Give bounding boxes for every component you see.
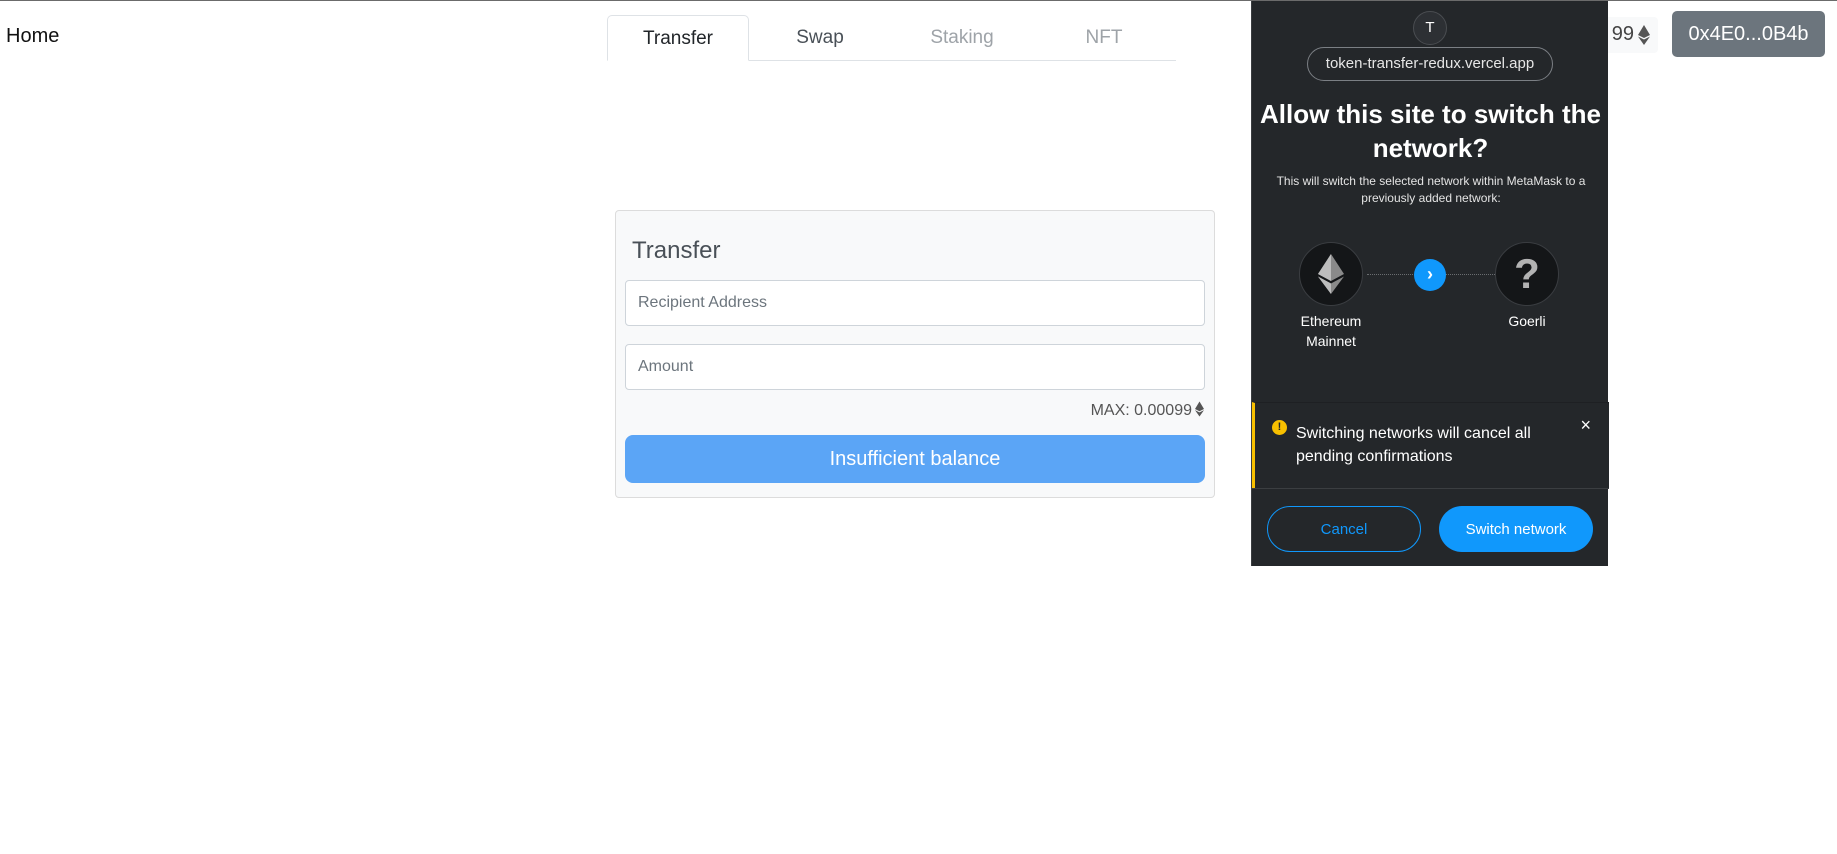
site-avatar: T: [1413, 11, 1447, 45]
question-mark-icon: ?: [1514, 250, 1540, 297]
tab-nft[interactable]: NFT: [1033, 15, 1175, 60]
cancel-button[interactable]: Cancel: [1267, 506, 1421, 552]
to-network-label: Goerli: [1508, 313, 1546, 329]
warning-text: Switching networks will cancel all pendi…: [1296, 425, 1531, 465]
eth-icon: [1195, 401, 1204, 417]
nav-tabs: Transfer Swap Staking NFT: [607, 15, 1176, 61]
metamask-popup: T token-transfer-redux.vercel.app Allow …: [1251, 1, 1609, 566]
ethereum-network-icon: [1299, 242, 1363, 306]
popup-description: This will switch the selected network wi…: [1276, 174, 1586, 205]
goerli-network-icon: ?: [1495, 242, 1559, 306]
popup-title: Allow this site to switch the network?: [1260, 99, 1601, 163]
max-label: MAX: 0.00099: [1090, 402, 1192, 419]
transfer-card: Transfer MAX: 0.00099 Insufficient balan…: [615, 210, 1215, 498]
amount-input[interactable]: [625, 344, 1205, 390]
close-icon[interactable]: ×: [1580, 416, 1591, 434]
site-origin: token-transfer-redux.vercel.app: [1307, 47, 1553, 81]
recipient-address-input[interactable]: [625, 280, 1205, 326]
ethereum-logo-icon: [1318, 254, 1344, 294]
tab-staking[interactable]: Staking: [891, 15, 1033, 60]
tab-swap[interactable]: Swap: [749, 15, 891, 60]
home-link[interactable]: Home: [6, 25, 59, 48]
balance-value: 99: [1611, 23, 1634, 45]
warning-icon: !: [1272, 420, 1287, 435]
switch-network-button[interactable]: Switch network: [1439, 506, 1593, 552]
insufficient-balance-button[interactable]: Insufficient balance: [625, 435, 1205, 483]
account-address-button[interactable]: 0x4E0...0B4b: [1672, 11, 1825, 57]
warning-banner: ! Switching networks will cancel all pen…: [1252, 402, 1609, 488]
chevron-right-icon: ›: [1414, 259, 1446, 291]
transfer-title: Transfer: [632, 237, 721, 264]
max-amount[interactable]: MAX: 0.00099: [1091, 401, 1204, 420]
tab-transfer[interactable]: Transfer: [607, 15, 749, 61]
from-network-label: Ethereum Mainnet: [1300, 313, 1362, 349]
popup-footer: Cancel Switch network: [1252, 488, 1609, 566]
eth-icon: [1638, 25, 1650, 45]
